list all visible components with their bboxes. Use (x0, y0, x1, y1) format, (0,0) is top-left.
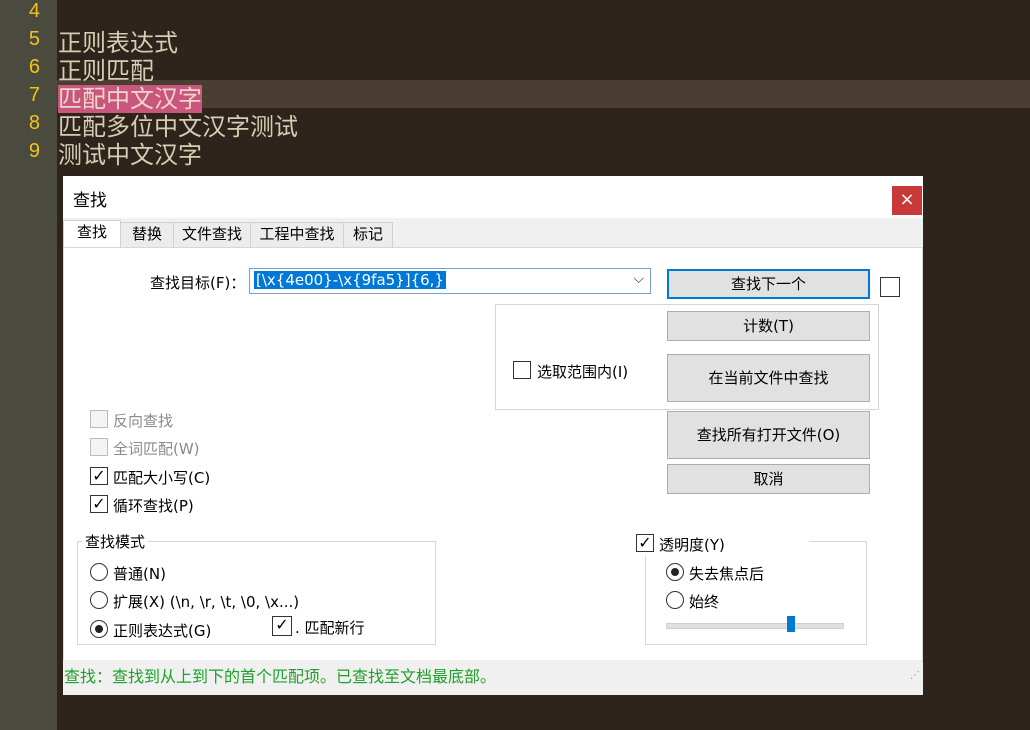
find-next-button[interactable]: 查找下一个 (667, 269, 870, 299)
find-dialog: 查找 × 查找 替换 文件查找 工程中查找 标记 查找目标(F)： [\x{4e… (63, 176, 923, 695)
find-input-value: [\x{4e00}-\x{9fa5}]{6,} (254, 271, 446, 289)
line-number-gutter (0, 0, 57, 730)
line-number: 6 (28, 56, 40, 78)
close-button[interactable]: × (892, 186, 922, 215)
always-radio[interactable] (666, 591, 684, 609)
mode-extended-radio[interactable] (90, 591, 108, 609)
always-label[interactable]: 始终 (689, 591, 719, 612)
find-label: 查找目标(F)： (150, 274, 246, 292)
status-text: 查找：查找到从上到下的首个匹配项。已查找至文档最底部。 (64, 667, 497, 686)
mode-regex-label[interactable]: 正则表达式(G) (113, 620, 211, 641)
code-line[interactable]: 测试中文汉字 (58, 135, 202, 170)
tab-find-in-projects[interactable]: 工程中查找 (250, 222, 344, 247)
cancel-button[interactable]: 取消 (667, 464, 870, 494)
dialog-title: 查找 (73, 191, 107, 211)
count-button[interactable]: 计数(T) (667, 311, 870, 341)
find-input[interactable]: [\x{4e00}-\x{9fa5}]{6,} ⌵ (249, 268, 651, 294)
whole-word-checkbox[interactable] (90, 438, 108, 456)
line-number: 4 (28, 0, 40, 22)
tab-replace[interactable]: 替换 (120, 222, 174, 247)
line-number: 8 (28, 112, 40, 134)
transparency-label[interactable]: 透明度(Y) (659, 534, 725, 555)
tab-find[interactable]: 查找 (63, 220, 121, 249)
transparency-slider[interactable] (666, 623, 844, 629)
match-case-label[interactable]: 匹配大小写(C) (113, 467, 210, 488)
line-number: 5 (28, 28, 40, 50)
in-selection-label[interactable]: 选取范围内(I) (537, 361, 628, 382)
wrap-around-checkbox[interactable]: ✓ (90, 495, 108, 513)
line-number: 7 (28, 84, 40, 106)
chevron-down-icon[interactable]: ⌵ (633, 271, 644, 287)
transparency-toggle-checkbox[interactable] (880, 277, 900, 297)
find-all-open-files-button[interactable]: 查找所有打开文件(O) (667, 411, 870, 459)
lose-focus-radio[interactable] (666, 563, 684, 581)
dot-matches-newline-checkbox[interactable]: ✓ (272, 616, 292, 636)
wrap-around-label[interactable]: 循环查找(P) (113, 495, 194, 516)
in-selection-checkbox[interactable] (513, 361, 531, 379)
whole-word-label: 全词匹配(W) (113, 440, 200, 458)
mode-regex-radio[interactable] (90, 620, 108, 638)
transparency-slider-thumb[interactable] (787, 616, 795, 632)
search-mode-title: 查找模式 (82, 531, 149, 552)
mode-extended-label[interactable]: 扩展(X) (\n, \r, \t, \0, \x...) (113, 591, 299, 612)
resize-grip-icon[interactable]: ⋰ (910, 659, 920, 693)
transparency-checkbox[interactable]: ✓ (636, 534, 654, 552)
mode-normal-radio[interactable] (90, 563, 108, 581)
lose-focus-label[interactable]: 失去焦点后 (689, 563, 764, 584)
backward-checkbox[interactable] (90, 410, 108, 428)
status-bar: 查找：查找到从上到下的首个匹配项。已查找至文档最底部。 ⋰ (63, 660, 922, 695)
current-line-highlight (57, 80, 1030, 108)
tab-find-in-files[interactable]: 文件查找 (173, 222, 251, 247)
backward-label: 反向查找 (113, 412, 174, 430)
dialog-titlebar[interactable]: 查找 × (63, 176, 923, 218)
tab-mark[interactable]: 标记 (343, 222, 393, 247)
find-in-current-file-button[interactable]: 在当前文件中查找 (667, 354, 870, 402)
match-case-checkbox[interactable]: ✓ (90, 467, 108, 485)
mode-normal-label[interactable]: 普通(N) (113, 563, 166, 584)
line-number: 9 (28, 140, 40, 162)
dot-matches-newline-label[interactable]: . 匹配新行 (295, 617, 365, 638)
